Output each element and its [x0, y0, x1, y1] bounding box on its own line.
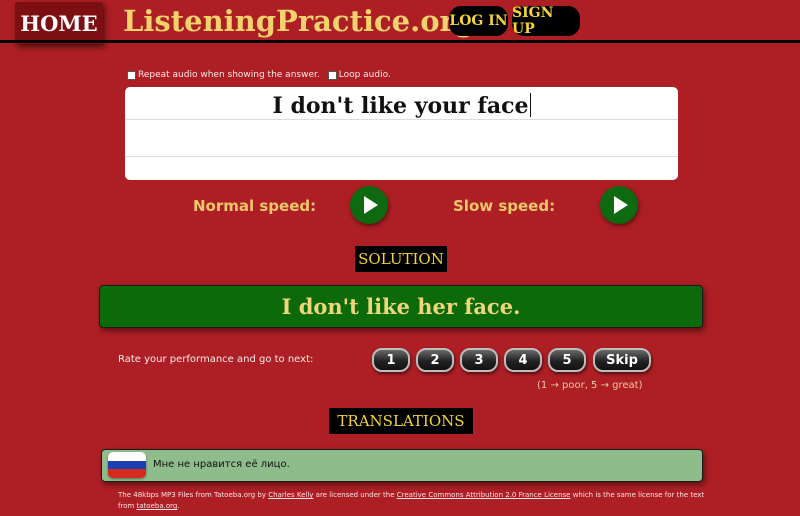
slow-speed-label: Slow speed:: [453, 197, 556, 215]
translation-text: Мне не нравится её лицо.: [153, 459, 290, 470]
rating-scale-hint: (1 → poor, 5 → great): [537, 380, 643, 391]
charles-kelly-link[interactable]: Charles Kelly: [268, 491, 313, 499]
audio-options: Repeat audio when showing the answer. Lo…: [127, 70, 399, 80]
loop-audio-checkbox[interactable]: [327, 70, 337, 80]
footer-text: The 48kbps MP3 Files from Tatoeba.org by: [118, 491, 269, 499]
play-icon: [364, 196, 378, 214]
answer-textarea[interactable]: I don't like your face: [125, 87, 678, 180]
login-button[interactable]: LOG IN: [449, 6, 508, 36]
answer-text: I don't like your face: [125, 93, 678, 119]
home-button[interactable]: HOME: [15, 2, 103, 44]
translation-item: Мне не нравится её лицо.: [101, 449, 703, 482]
tatoeba-link[interactable]: tatoeba.org: [137, 502, 178, 510]
repeat-audio-option[interactable]: Repeat audio when showing the answer.: [127, 70, 320, 80]
rate-1-button[interactable]: 1: [372, 348, 410, 372]
signup-button[interactable]: SIGN UP: [512, 5, 580, 37]
loop-audio-option[interactable]: Loop audio.: [327, 70, 391, 80]
rate-3-button[interactable]: 3: [460, 348, 498, 372]
answer-value: I don't like your face: [272, 93, 529, 119]
answer-ruled-line: [125, 119, 678, 120]
play-icon: [614, 196, 628, 214]
rate-4-button[interactable]: 4: [504, 348, 542, 372]
text-caret: [529, 93, 531, 117]
normal-speed-play-button[interactable]: [350, 186, 388, 224]
repeat-audio-label: Repeat audio when showing the answer.: [138, 70, 320, 80]
rate-performance-label: Rate your performance and go to next:: [118, 354, 314, 365]
translations-heading: TRANSLATIONS: [329, 408, 473, 434]
answer-ruled-line: [125, 156, 678, 157]
license-link[interactable]: Creative Commons Attribution 2.0 France …: [397, 491, 571, 499]
rate-2-button[interactable]: 2: [416, 348, 454, 372]
rate-5-button[interactable]: 5: [548, 348, 586, 372]
site-title[interactable]: ListeningPractice.org: [123, 4, 475, 38]
header-divider: [0, 40, 800, 43]
solution-box: I don't like her face.: [99, 285, 703, 328]
loop-audio-label: Loop audio.: [338, 70, 391, 80]
skip-button[interactable]: Skip: [593, 348, 651, 372]
normal-speed-label: Normal speed:: [193, 197, 317, 215]
solution-heading: SOLUTION: [355, 246, 447, 272]
footer-text: are licensed under the: [313, 491, 397, 499]
license-footer: The 48kbps MP3 Files from Tatoeba.org by…: [118, 490, 718, 512]
footer-text: .: [177, 502, 180, 510]
solution-text: I don't like her face.: [281, 294, 521, 319]
russia-flag-icon: [108, 452, 146, 478]
slow-speed-play-button[interactable]: [600, 186, 638, 224]
repeat-audio-checkbox[interactable]: [127, 70, 136, 80]
